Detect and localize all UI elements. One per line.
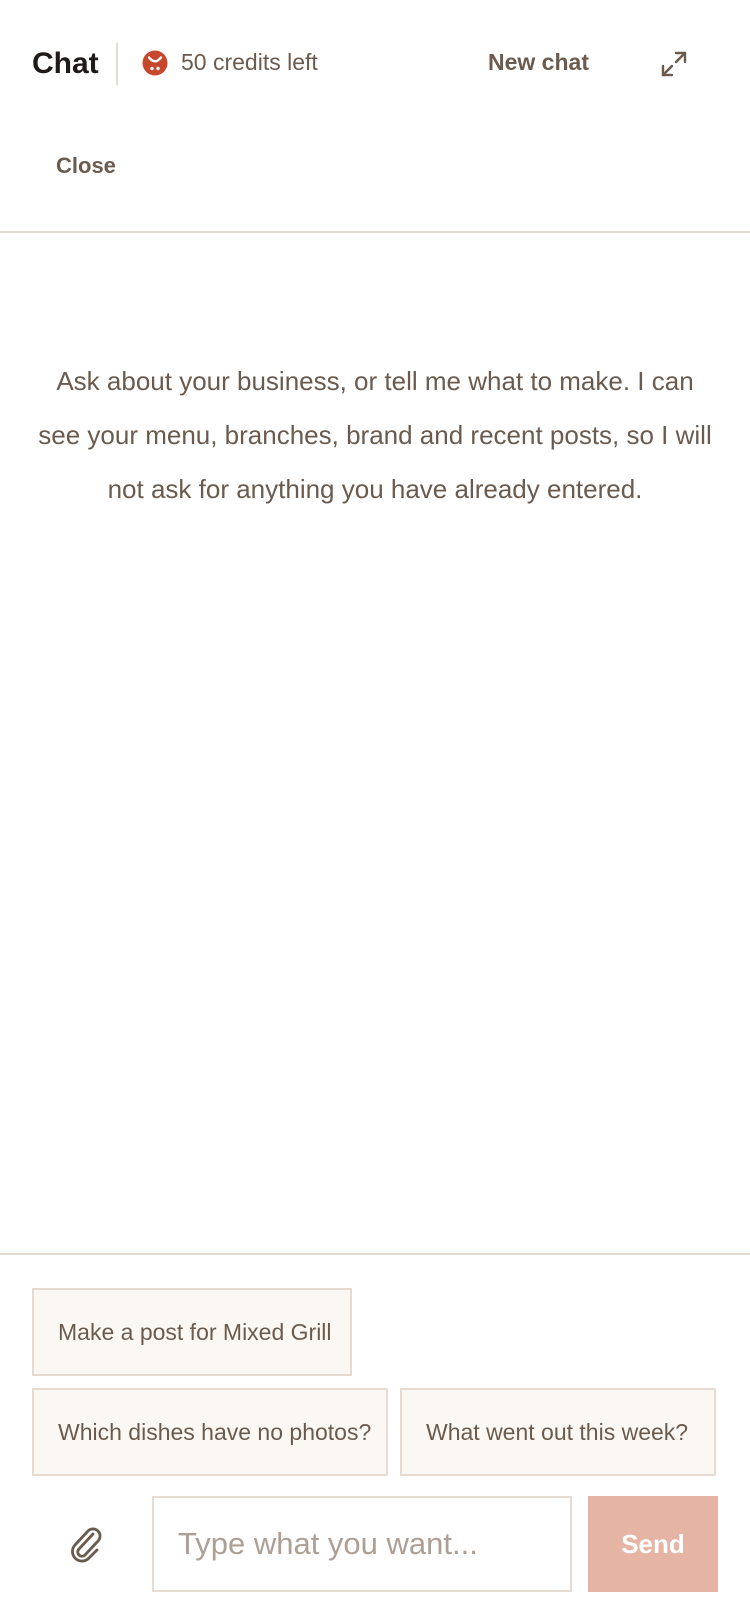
chat-header: Chat 50 credits left New chat Close <box>0 0 750 233</box>
intro-message: Ask about your business, or tell me what… <box>38 366 712 504</box>
suggestion-chip[interactable]: What went out this week? <box>400 1388 716 1476</box>
suggestion-chip[interactable]: Which dishes have no photos? <box>32 1388 388 1476</box>
paperclip-icon[interactable] <box>66 1524 106 1564</box>
new-chat-button[interactable]: New chat <box>488 44 589 80</box>
brand-logo-icon <box>142 50 168 76</box>
send-button[interactable]: Send <box>588 1496 718 1592</box>
suggestion-chip[interactable]: Make a post for Mixed Grill <box>32 1288 352 1376</box>
message-input[interactable] <box>152 1496 572 1592</box>
expand-icon[interactable] <box>660 50 688 78</box>
close-button[interactable]: Close <box>56 150 116 182</box>
header-divider <box>116 43 118 85</box>
chat-panel: Chat 50 credits left New chat Close Ask … <box>0 0 750 1624</box>
credits-remaining: 50 credits left <box>181 49 318 75</box>
chat-title: Chat <box>32 47 99 80</box>
